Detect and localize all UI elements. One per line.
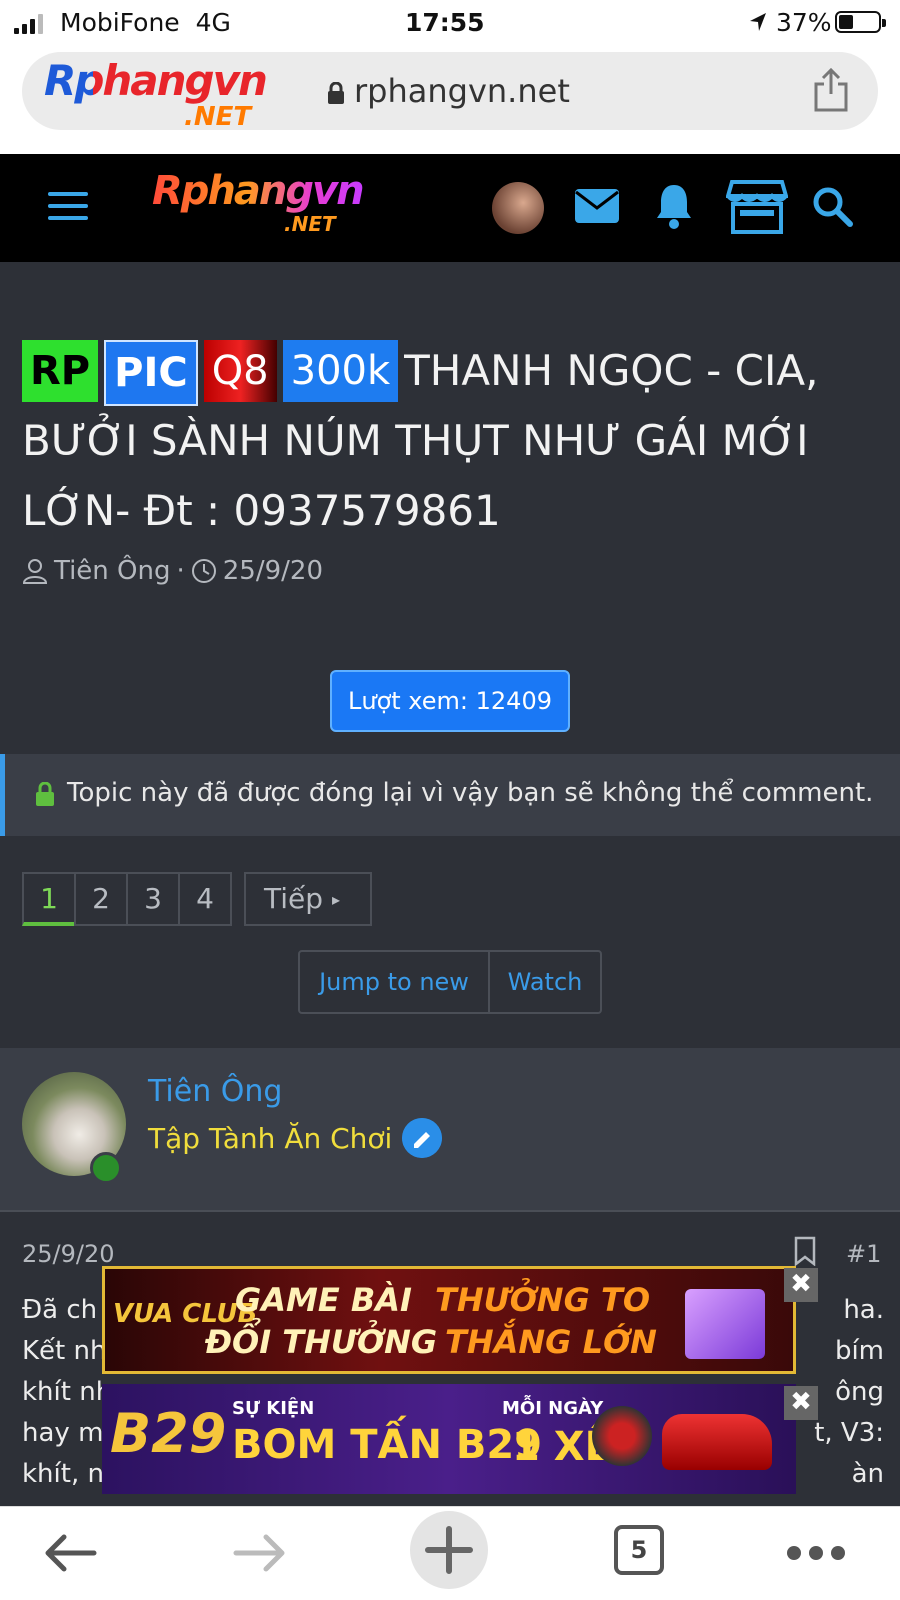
status-bar: MobiFone 4G 17:55 37%: [0, 0, 900, 46]
page-1-button[interactable]: 1: [22, 872, 76, 926]
user-icon: [22, 559, 48, 584]
ad-banner-vua-club[interactable]: VUA CLUB GAME BÀI ĐỔI THƯỞNG THƯỞNG TO T…: [102, 1266, 796, 1374]
post-text-fragment: bím: [834, 1336, 884, 1366]
next-page-button[interactable]: Tiếp ▸: [244, 872, 372, 926]
search-icon[interactable]: [812, 186, 854, 228]
store-icon[interactable]: [726, 180, 788, 234]
ad-brand: B29: [110, 1402, 227, 1465]
post-text-fragment: àn: [851, 1459, 884, 1489]
site-logo[interactable]: Rphangvn .NET: [152, 168, 365, 236]
caret-right-icon: ▸: [331, 890, 340, 909]
jump-to-new-button[interactable]: Jump to new: [300, 952, 490, 1012]
post-user-bar: Tiên Ông Tập Tành Ăn Chơi: [0, 1048, 900, 1212]
pagination: 1 2 3 4 Tiếp ▸: [22, 872, 372, 926]
more-icon[interactable]: [786, 1545, 846, 1561]
thread-author[interactable]: Tiên Ông: [54, 556, 171, 586]
ad-headline: BOM TẤN B29: [232, 1422, 543, 1468]
site-header: Rphangvn .NET: [0, 154, 900, 262]
post-number[interactable]: #1: [846, 1240, 881, 1268]
ad-close-button[interactable]: ✖: [784, 1386, 818, 1420]
post-text-fragment: t, V3:: [814, 1418, 884, 1448]
car-image: [662, 1414, 772, 1470]
ad-headline: ĐỔI THƯỞNG: [205, 1323, 438, 1361]
ad-label: MỖI NGÀY: [502, 1398, 604, 1419]
gift-box-image: [685, 1289, 765, 1359]
carrier-label: MobiFone 4G: [60, 8, 231, 37]
user-title: Tập Tành Ăn Chơi: [148, 1121, 393, 1155]
online-status-icon: [90, 1152, 122, 1184]
post-text-fragment: khít nh: [22, 1377, 113, 1407]
ad-label: SỰ KIỆN: [232, 1398, 315, 1419]
network-label: 4G: [195, 8, 231, 37]
thread-date[interactable]: 25/9/20: [223, 556, 323, 586]
tabs-button[interactable]: 5: [614, 1525, 664, 1575]
post-text-fragment: khít, n: [22, 1459, 104, 1489]
thread-meta: Tiên Ông · 25/9/20: [22, 556, 323, 586]
share-icon[interactable]: [812, 68, 850, 112]
locked-notice: Topic này đã được đóng lại vì vậy bạn sẽ…: [0, 754, 900, 836]
ad-headline: THẮNG LỚN: [445, 1323, 657, 1361]
bookmark-icon[interactable]: [794, 1236, 816, 1266]
url-bar[interactable]: Rphangvn .NET rphangvn.net: [22, 52, 878, 132]
prefix-badge-area[interactable]: Q8: [203, 340, 277, 402]
next-page-label: Tiếp: [264, 882, 324, 915]
plus-icon: [425, 1526, 473, 1574]
page-2-button[interactable]: 2: [74, 872, 128, 926]
thread-title: RP PIC Q8 300k THANH NGỌC - CIA, BƯỞI SÀNH N…: [22, 336, 884, 546]
prefix-badge-pic[interactable]: PIC: [104, 340, 198, 406]
url-text[interactable]: rphangvn.net: [354, 72, 570, 110]
verified-badge-icon: [402, 1118, 443, 1158]
mail-icon[interactable]: [574, 188, 620, 224]
motorbike-image: [592, 1406, 652, 1466]
battery-percent: 37%: [776, 8, 832, 37]
lock-icon: [36, 782, 54, 806]
bell-icon[interactable]: [654, 182, 694, 230]
site-favicon-logo: Rphangvn .NET: [44, 56, 268, 132]
battery-icon: [835, 11, 886, 33]
browser-address-area: Rphangvn .NET rphangvn.net: [0, 46, 900, 154]
clock-icon: [191, 559, 216, 583]
prefix-badge-rp[interactable]: RP: [22, 340, 99, 402]
ad-headline: GAME BÀI: [235, 1281, 412, 1319]
back-icon[interactable]: [42, 1533, 98, 1573]
post-text-fragment: ông: [835, 1377, 884, 1407]
signal-icon: [14, 14, 43, 34]
post-text-fragment: hay m: [22, 1418, 104, 1448]
user-title-row: Tập Tành Ăn Chơi: [148, 1118, 443, 1158]
lock-icon: [328, 82, 344, 104]
thread-actions: Jump to new Watch: [298, 950, 602, 1014]
prefix-badge-price[interactable]: 300k: [282, 340, 399, 402]
ad-close-button[interactable]: ✖: [784, 1268, 818, 1302]
browser-bottom-toolbar: 5: [0, 1506, 900, 1600]
post-text-fragment: Kết nh: [22, 1336, 107, 1366]
account-avatar[interactable]: [492, 182, 544, 234]
new-tab-button[interactable]: [410, 1511, 488, 1589]
page-4-button[interactable]: 4: [178, 872, 232, 926]
page-3-button[interactable]: 3: [126, 872, 180, 926]
post-date[interactable]: 25/9/20: [22, 1240, 115, 1268]
watch-button[interactable]: Watch: [490, 952, 600, 1012]
forward-icon[interactable]: [232, 1533, 288, 1573]
post-text-fragment: Đã ch: [22, 1295, 98, 1325]
hamburger-icon[interactable]: [48, 192, 88, 224]
post-text-fragment: ha.: [843, 1295, 884, 1325]
meta-separator: ·: [176, 556, 185, 586]
status-time: 17:55: [405, 8, 485, 37]
ad-headline: THƯỞNG TO: [435, 1281, 651, 1319]
post-username[interactable]: Tiên Ông: [148, 1074, 282, 1109]
locked-notice-text: Topic này đã được đóng lại vì vậy bạn sẽ…: [67, 778, 874, 808]
views-counter-button[interactable]: Lượt xem: 12409: [330, 670, 570, 732]
ad-banner-b29[interactable]: B29 SỰ KIỆN BOM TẤN B29 MỖI NGÀY 1 XẾ: [102, 1384, 796, 1494]
location-icon: [750, 13, 766, 31]
